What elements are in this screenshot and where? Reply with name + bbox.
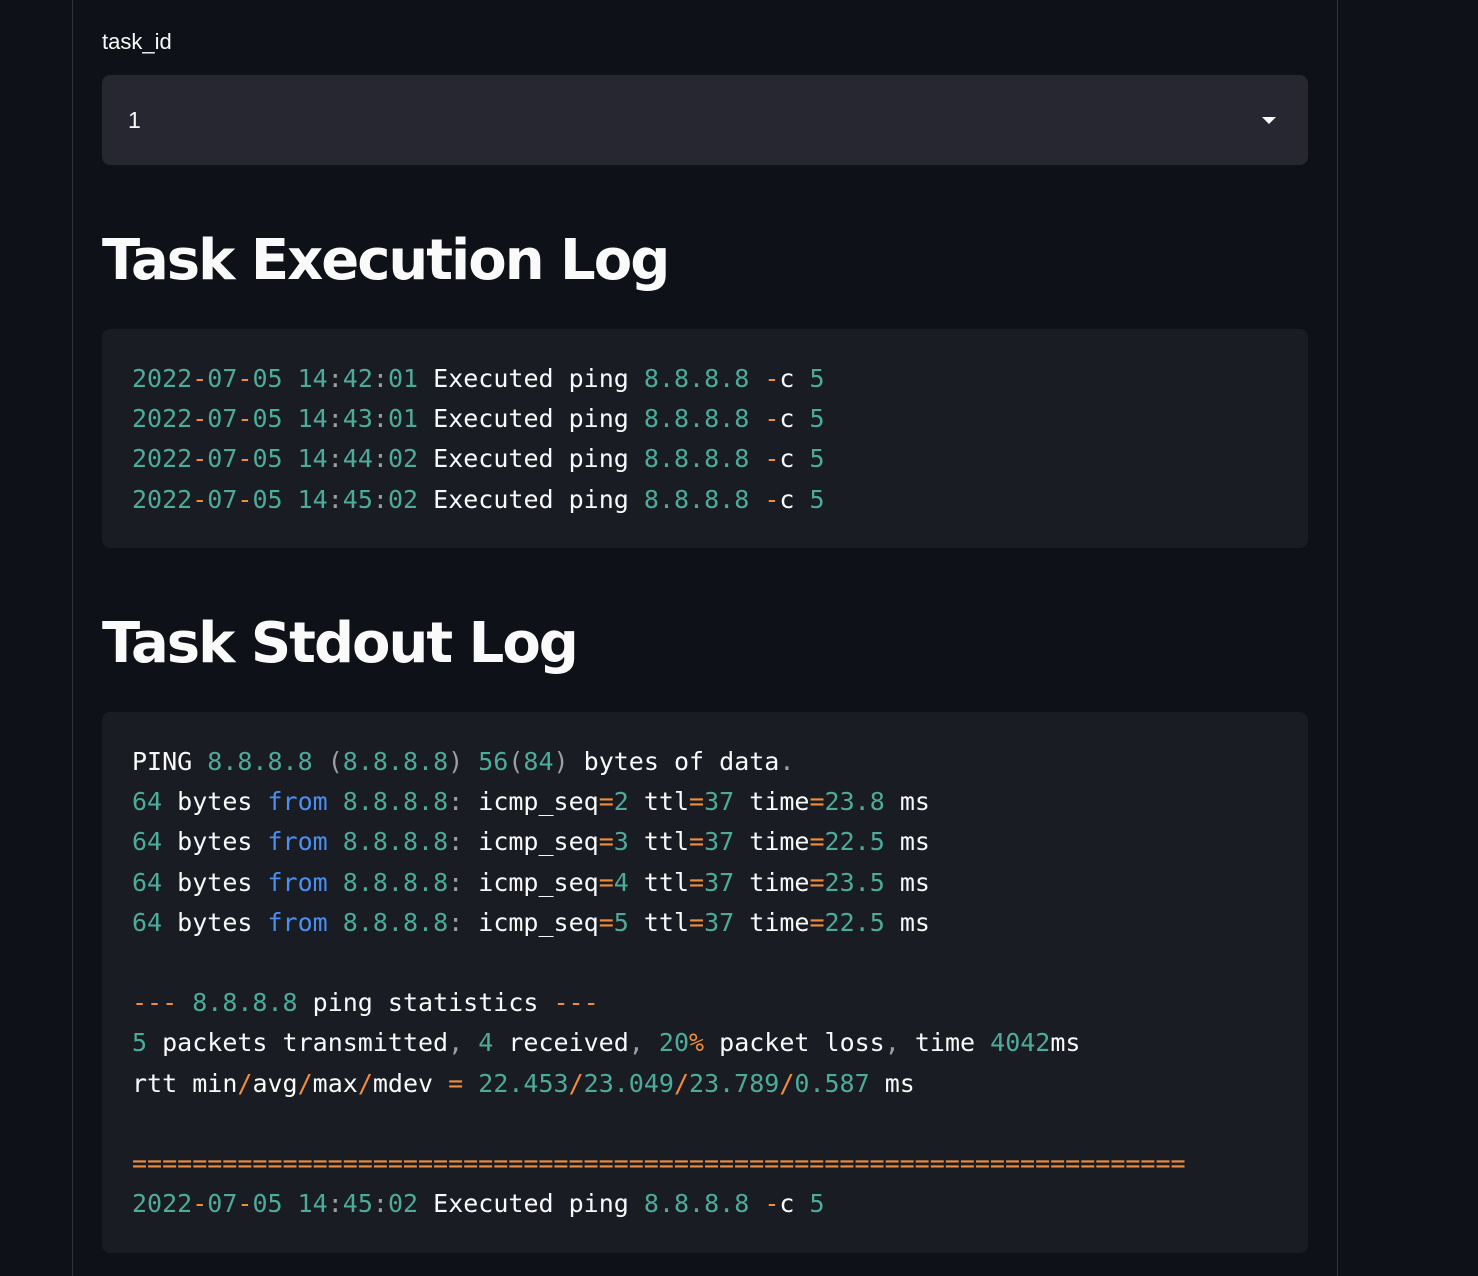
stdout-log-title: Task Stdout Log xyxy=(102,611,579,676)
task-id-label: task_id xyxy=(102,29,172,54)
task-id-select[interactable]: 1 xyxy=(102,75,1308,165)
log-line: 2022-07-05 14:45:02 Executed ping 8.8.8.… xyxy=(132,484,825,514)
log-line: 64 bytes from 8.8.8.8: icmp_seq=5 ttl=37… xyxy=(132,907,930,937)
log-line: 64 bytes from 8.8.8.8: icmp_seq=4 ttl=37… xyxy=(132,867,930,897)
log-line: 2022-07-05 14:42:01 Executed ping 8.8.8.… xyxy=(132,364,825,393)
log-line: 64 bytes from 8.8.8.8: icmp_seq=2 ttl=37… xyxy=(132,787,930,817)
log-line: rtt min/avg/max/mdev = 22.453/23.049/23.… xyxy=(132,1068,915,1098)
execution-log-code-block: 2022-07-05 14:42:01 Executed ping 8.8.8.… xyxy=(102,329,1308,548)
log-line: 5 packets transmitted, 4 received, 20% p… xyxy=(132,1028,1081,1058)
log-line: 2022-07-05 14:44:02 Executed ping 8.8.8.… xyxy=(132,444,825,474)
log-line: 64 bytes from 8.8.8.8: icmp_seq=3 ttl=37… xyxy=(132,827,930,857)
execution-log-title: Task Execution Log xyxy=(102,228,670,293)
task-id-selected-value: 1 xyxy=(128,107,141,133)
log-line: 2022-07-05 14:43:01 Executed ping 8.8.8.… xyxy=(132,404,825,434)
log-line: --- 8.8.8.8 ping statistics --- xyxy=(132,988,599,1018)
stdout-log-code-block: PING 8.8.8.8 (8.8.8.8) 56(84) bytes of d… xyxy=(102,712,1308,1253)
chevron-down-icon xyxy=(1262,117,1276,124)
log-line: 2022-07-05 14:45:02 Executed ping 8.8.8.… xyxy=(132,1189,825,1219)
log-line: PING 8.8.8.8 (8.8.8.8) 56(84) bytes of d… xyxy=(132,747,795,776)
log-line: ========================================… xyxy=(132,1148,1186,1178)
